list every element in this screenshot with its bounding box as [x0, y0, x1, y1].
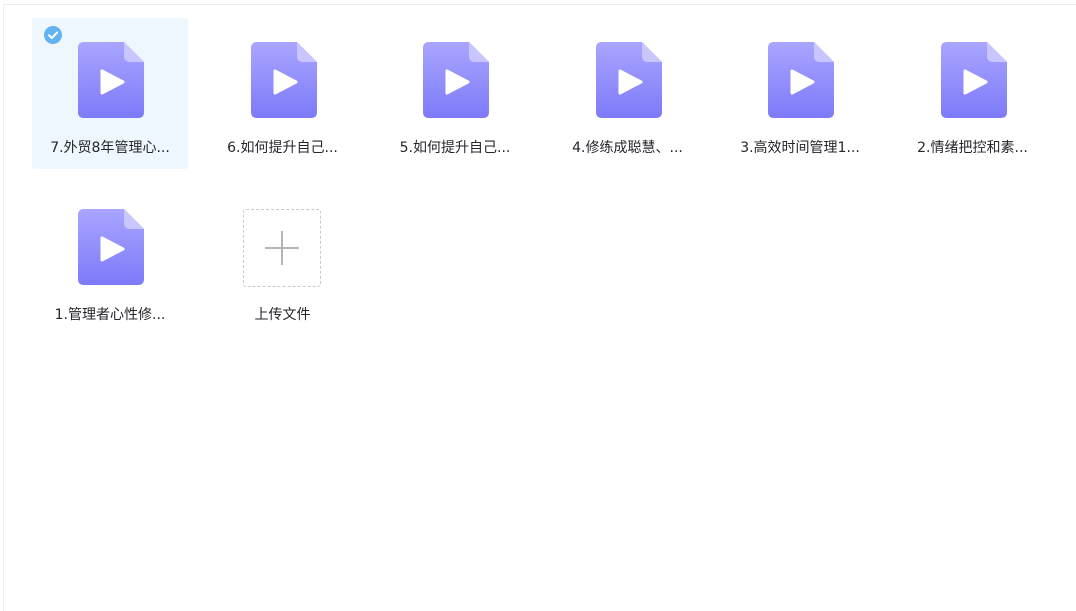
video-file-icon: [78, 42, 144, 118]
file-name: 3.高效时间管理1...: [740, 140, 860, 156]
check-circle-icon[interactable]: [44, 26, 62, 44]
file-name: 5.如何提升自己...: [399, 140, 511, 156]
file-panel: 7.外贸8年管理心... 6.如何提升自己... 5.如何提升自己... 4.修…: [3, 4, 1076, 611]
file-tile[interactable]: 4.修练成聪慧、...: [550, 18, 706, 169]
video-file-icon: [768, 42, 834, 118]
video-file-icon: [423, 42, 489, 118]
file-tile[interactable]: 6.如何提升自己...: [205, 18, 361, 169]
file-tile[interactable]: 5.如何提升自己...: [377, 18, 533, 169]
file-name: 2.情绪把控和素...: [917, 140, 1028, 156]
upload-button[interactable]: [242, 209, 321, 287]
file-tile[interactable]: 3.高效时间管理1...: [722, 18, 878, 169]
file-name: 7.外贸8年管理心...: [50, 140, 170, 156]
file-tile[interactable]: 2.情绪把控和素...: [895, 18, 1051, 169]
video-file-icon: [595, 42, 662, 118]
video-file-icon: [250, 42, 317, 118]
upload-file-tile[interactable]: 上传文件: [205, 185, 361, 336]
file-grid: 7.外贸8年管理心... 6.如何提升自己... 5.如何提升自己... 4.修…: [32, 18, 1072, 336]
video-file-icon: [78, 209, 144, 285]
upload-label: 上传文件: [254, 307, 311, 323]
file-name: 4.修练成聪慧、...: [572, 140, 683, 156]
file-name: 6.如何提升自己...: [227, 140, 338, 156]
file-tile[interactable]: 7.外贸8年管理心...: [32, 18, 188, 169]
file-tile[interactable]: 1.管理者心性修...: [32, 185, 188, 336]
file-name: 1.管理者心性修...: [54, 307, 166, 323]
video-file-icon: [940, 42, 1007, 118]
plus-icon: [264, 231, 299, 265]
